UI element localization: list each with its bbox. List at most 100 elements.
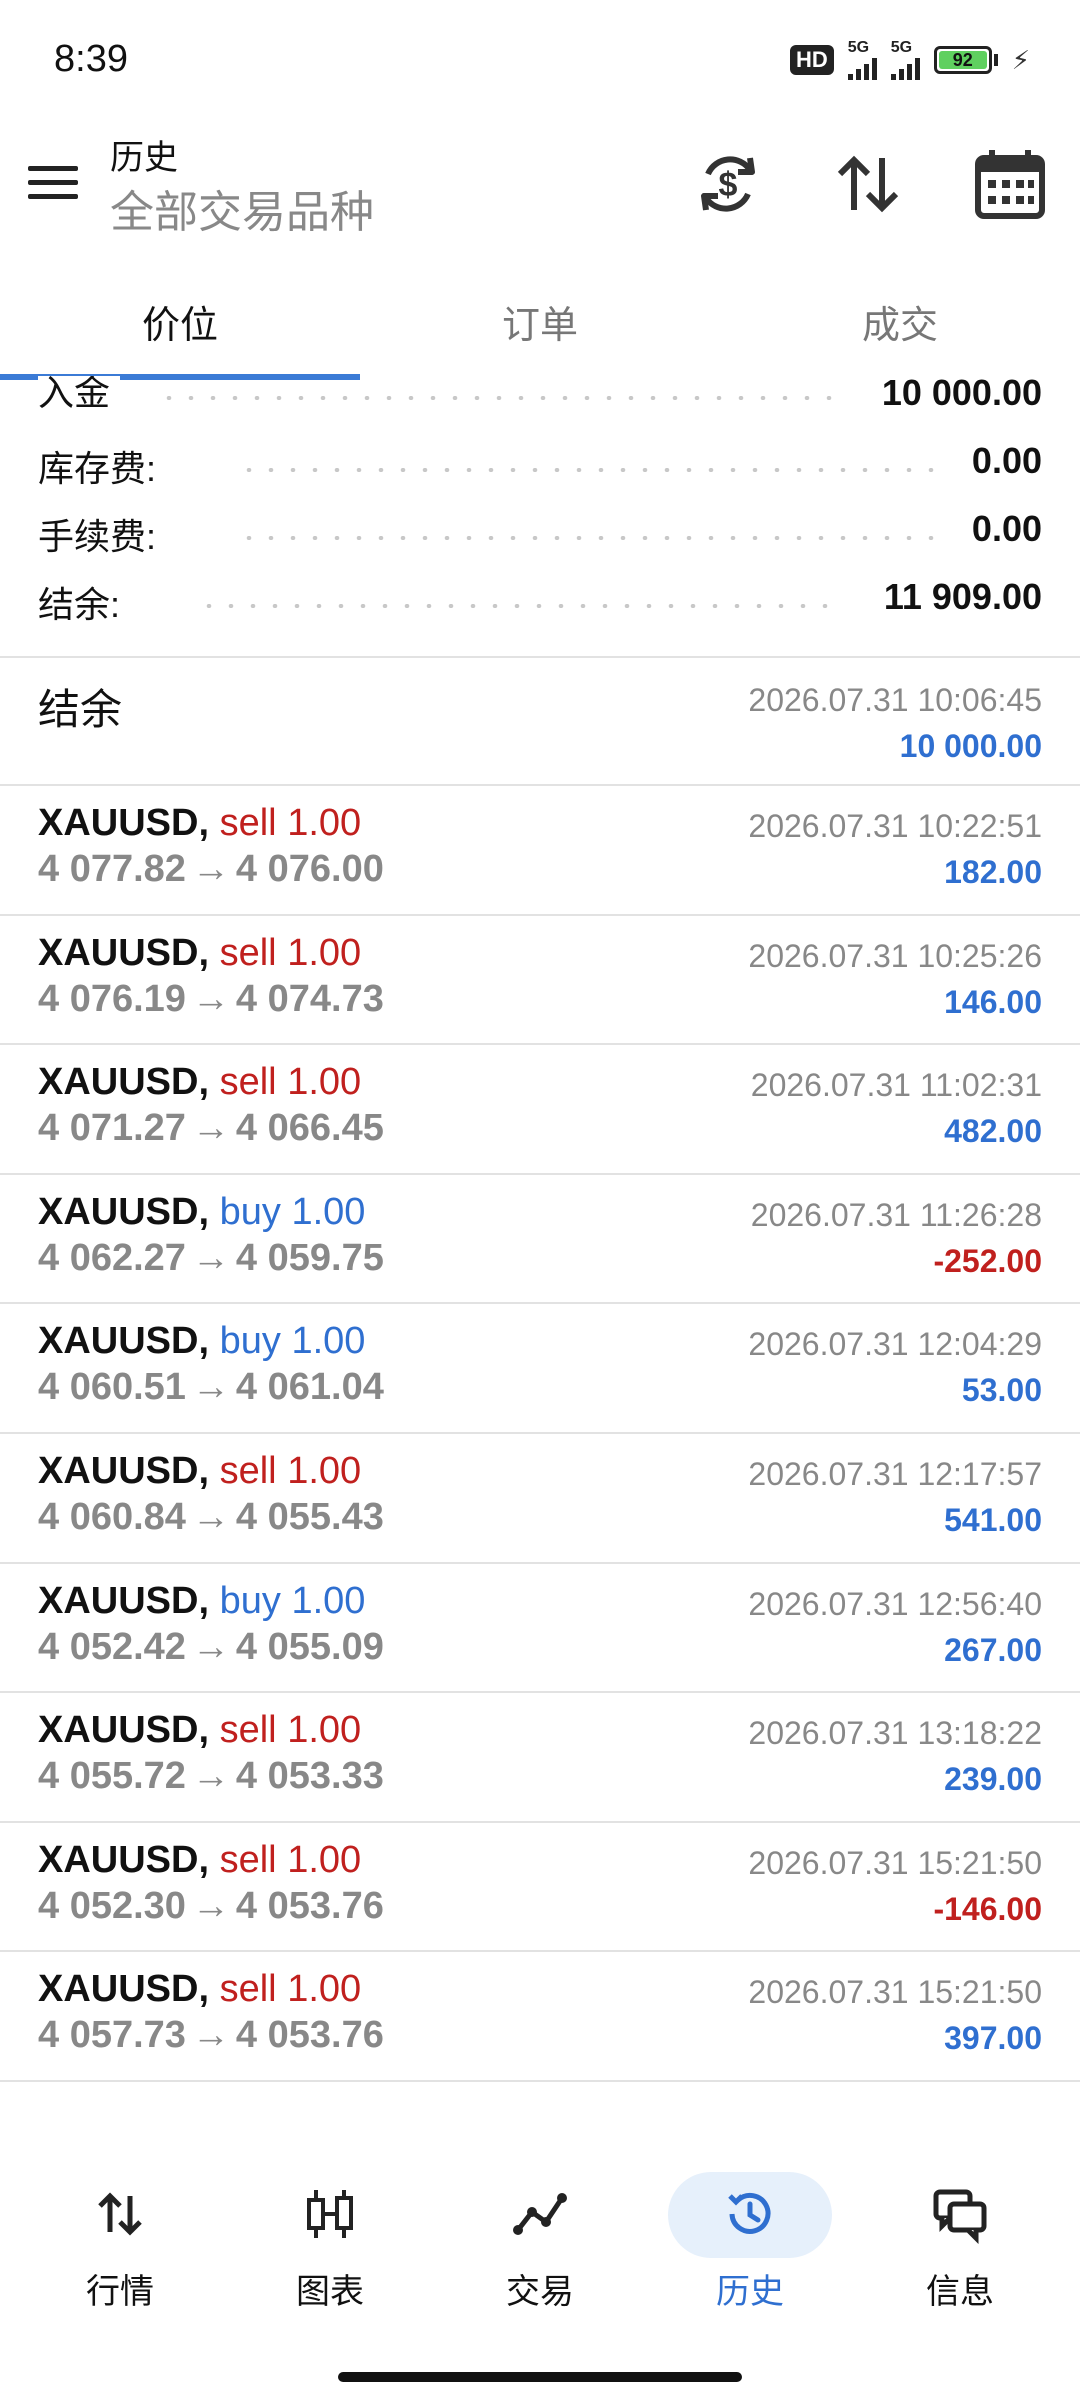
summary-commission: 手续费: 0.00 bbox=[38, 508, 1042, 568]
summary-value: 0.00 bbox=[971, 508, 1042, 549]
balance-entry[interactable]: 结余 2026.07.31 10:06:45 10 000.00 bbox=[0, 660, 1080, 784]
deal-profit: 182.00 bbox=[944, 854, 1042, 890]
deal-prices: 4 060.84 → 4 055.43 bbox=[38, 1496, 384, 1539]
deal-profit: 267.00 bbox=[944, 1632, 1042, 1668]
deal-title: XAUUSD, sell 1.00 bbox=[38, 1839, 361, 1882]
deal-separator: , bbox=[198, 1061, 220, 1103]
deal-time: 2026.07.31 11:02:31 bbox=[750, 1067, 1042, 1103]
deal-open-price: 4 055.72 bbox=[38, 1755, 186, 1797]
deal-row[interactable]: XAUUSD, buy 1.00 4 062.27 → 4 059.75 2026.07… bbox=[0, 1175, 1080, 1305]
deal-row[interactable]: XAUUSD, sell 1.00 4 055.72 → 4 053.33 2026.0… bbox=[0, 1693, 1080, 1823]
deal-prices: 4 057.73 → 4 053.76 bbox=[38, 2014, 384, 2057]
deal-type: buy bbox=[219, 1191, 281, 1233]
nav-history[interactable]: 历史 bbox=[660, 2172, 840, 2313]
deal-volume-space bbox=[277, 1968, 288, 2010]
deal-open-price: 4 052.30 bbox=[38, 1885, 186, 1927]
deal-row[interactable]: XAUUSD, sell 1.00 4 071.27 → 4 066.45 2026.0… bbox=[0, 1045, 1080, 1175]
balance-entry-amount: 10 000.00 bbox=[899, 728, 1042, 764]
deal-time: 2026.07.31 13:18:22 bbox=[748, 1715, 1042, 1751]
nav-label: 信息 bbox=[926, 2273, 994, 2311]
nav-label: 图表 bbox=[296, 2273, 364, 2311]
deal-type: buy bbox=[219, 1320, 281, 1362]
calendar-icon[interactable] bbox=[970, 144, 1050, 224]
deal-open-price: 4 057.73 bbox=[38, 2014, 186, 2056]
deal-close-price: 4 074.73 bbox=[235, 978, 384, 1020]
deal-separator: , bbox=[198, 1450, 220, 1492]
currency-sync-icon[interactable]: $ bbox=[688, 144, 768, 224]
deal-volume-space bbox=[277, 1061, 288, 1103]
symbol-filter[interactable]: 全部交易品种 bbox=[110, 176, 374, 240]
deal-prices: 4 060.51 → 4 061.04 bbox=[38, 1366, 384, 1409]
deal-profit: -252.00 bbox=[933, 1243, 1042, 1279]
deal-separator: , bbox=[198, 802, 220, 844]
deal-separator: , bbox=[198, 932, 220, 974]
deal-row[interactable]: XAUUSD, buy 1.00 4 052.42 → 4 055.09 2026.07… bbox=[0, 1564, 1080, 1694]
battery-icon: 92 bbox=[933, 46, 998, 74]
tab-positions[interactable]: 价位 bbox=[0, 294, 360, 349]
deal-volume: 1.00 bbox=[287, 1450, 362, 1492]
deal-prices: 4 077.82 → 4 076.00 bbox=[38, 848, 384, 891]
deal-close-price: 4 066.45 bbox=[235, 1107, 384, 1149]
arrow-right-icon: → bbox=[191, 1755, 230, 1797]
nav-chart[interactable]: 图表 bbox=[240, 2172, 420, 2313]
deal-prices: 4 055.72 → 4 053.33 bbox=[38, 1755, 384, 1798]
deal-volume-space bbox=[281, 1320, 292, 1362]
arrow-right-icon: → bbox=[191, 1885, 230, 1927]
tab-orders[interactable]: 订单 bbox=[360, 294, 720, 349]
summary-label: 手续费: bbox=[38, 508, 167, 560]
deal-open-price: 4 052.42 bbox=[38, 1626, 186, 1668]
deal-close-price: 4 059.75 bbox=[235, 1237, 384, 1279]
deal-open-price: 4 071.27 bbox=[38, 1107, 186, 1149]
sort-icon[interactable] bbox=[828, 144, 908, 224]
deal-open-price: 4 060.51 bbox=[38, 1366, 186, 1408]
nav-quotes[interactable]: 行情 bbox=[30, 2172, 210, 2313]
hd-badge: HD bbox=[789, 45, 834, 75]
messages-icon bbox=[930, 2184, 990, 2245]
deal-time: 2026.07.31 12:17:57 bbox=[748, 1456, 1042, 1492]
deal-profit: 397.00 bbox=[944, 2020, 1042, 2056]
deal-volume: 1.00 bbox=[287, 932, 362, 974]
quotes-icon bbox=[90, 2184, 150, 2244]
deal-separator: , bbox=[198, 1839, 220, 1881]
deal-row[interactable]: XAUUSD, sell 1.00 4 057.73 → 4 053.76 2026.0… bbox=[0, 1952, 1080, 2082]
deal-row[interactable]: XAUUSD, sell 1.00 4 052.30 → 4 053.76 2026.0… bbox=[0, 1823, 1080, 1953]
nav-trade[interactable]: 交易 bbox=[450, 2172, 630, 2313]
network-type-label-2: 5G bbox=[890, 39, 913, 56]
home-indicator bbox=[338, 2372, 742, 2382]
deal-close-price: 4 055.09 bbox=[235, 1626, 384, 1668]
chart-icon bbox=[300, 2184, 360, 2244]
deal-separator: , bbox=[198, 1580, 220, 1622]
signal-icon: 5G bbox=[847, 40, 877, 80]
summary-swap: 库存费: 0.00 bbox=[38, 440, 1042, 500]
deal-symbol: XAUUSD bbox=[38, 932, 199, 974]
arrow-right-icon: → bbox=[191, 2014, 230, 2056]
deal-symbol: XAUUSD bbox=[38, 1450, 199, 1492]
menu-icon[interactable] bbox=[28, 160, 78, 210]
signal-icon-2: 5G bbox=[890, 39, 920, 80]
deal-symbol: XAUUSD bbox=[38, 1191, 199, 1233]
deal-row[interactable]: XAUUSD, sell 1.00 4 077.82 → 4 076.00 2026.0… bbox=[0, 786, 1080, 916]
summary-value: 0.00 bbox=[971, 440, 1042, 481]
deal-time: 2026.07.31 10:22:51 bbox=[748, 808, 1042, 844]
deal-close-price: 4 053.33 bbox=[235, 1755, 384, 1797]
summary-value: 11 909.00 bbox=[883, 576, 1042, 617]
nav-messages[interactable]: 信息 bbox=[870, 2172, 1050, 2313]
deal-volume: 1.00 bbox=[291, 1191, 366, 1233]
deal-close-price: 4 061.04 bbox=[235, 1366, 384, 1408]
arrow-right-icon: → bbox=[191, 1496, 230, 1538]
deal-row[interactable]: XAUUSD, sell 1.00 4 076.19 → 4 074.73 2026.0… bbox=[0, 916, 1080, 1046]
deal-time: 2026.07.31 11:26:28 bbox=[750, 1197, 1042, 1233]
deal-type: sell bbox=[219, 802, 277, 844]
deal-type: sell bbox=[219, 1709, 277, 1751]
deal-row[interactable]: XAUUSD, sell 1.00 4 060.84 → 4 055.43 2026.0… bbox=[0, 1434, 1080, 1564]
summary-label: 入金 bbox=[38, 376, 121, 416]
deal-volume-space bbox=[281, 1580, 292, 1622]
tab-deals[interactable]: 成交 bbox=[720, 294, 1080, 349]
arrow-right-icon: → bbox=[191, 1626, 230, 1668]
arrow-right-icon: → bbox=[191, 1366, 230, 1408]
deal-close-price: 4 053.76 bbox=[235, 2014, 384, 2056]
deal-separator: , bbox=[198, 1320, 220, 1362]
deal-volume: 1.00 bbox=[291, 1320, 366, 1362]
deal-close-price: 4 076.00 bbox=[235, 848, 384, 890]
deal-row[interactable]: XAUUSD, buy 1.00 4 060.51 → 4 061.04 2026.07… bbox=[0, 1304, 1080, 1434]
